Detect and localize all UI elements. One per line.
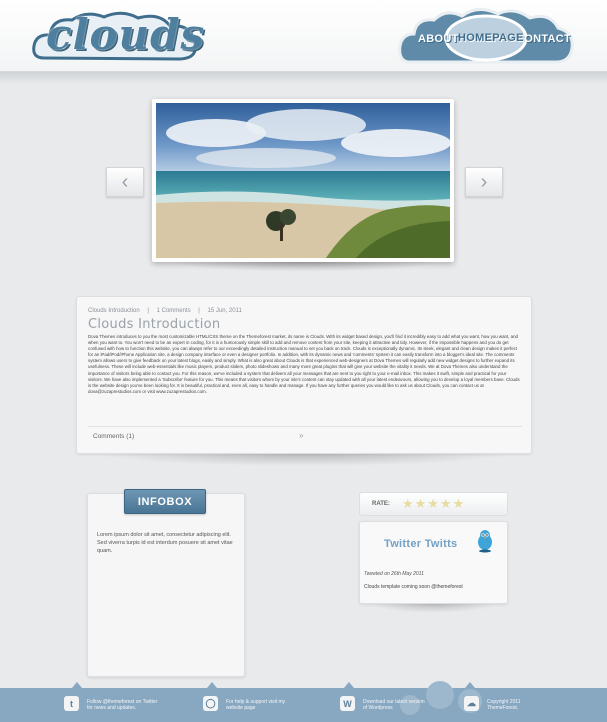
wordpress-icon[interactable]: W — [340, 696, 355, 711]
slider-next-button[interactable]: › — [465, 167, 503, 197]
post-meta: Clouds Introduction | 1 Comments | 15 Ju… — [88, 308, 242, 314]
speech-bubble-icon[interactable]: ◯ — [203, 696, 218, 711]
tweet-date: Tweeted on 26th May 2011 — [364, 571, 424, 577]
footer-twitter-text: Follow @themeforest on Twitter for news … — [87, 699, 177, 711]
footer-support-line2[interactable]: website page — [226, 705, 255, 711]
twitter-title: Twitter Twitts — [384, 538, 458, 550]
rating-stars[interactable]: ★★★★★ — [402, 496, 465, 512]
nav-contact-link[interactable]: CONTACT — [524, 33, 571, 45]
post-body: Dova Themes introduces to you the most c… — [88, 334, 520, 394]
post-meta-comments[interactable]: 1 Comments — [157, 308, 191, 314]
slider-prev-button[interactable]: ‹ — [106, 167, 144, 197]
footer-copyright-line2: ThemeForest. — [487, 705, 519, 711]
post-meta-date: 15 Jun, 2011 — [207, 308, 242, 314]
post-meta-title[interactable]: Clouds Introduction — [88, 308, 140, 314]
twitter-icon[interactable]: t — [64, 696, 79, 711]
comments-link[interactable]: Comments (1) — [93, 433, 134, 440]
twitter-bird-icon — [478, 530, 492, 553]
slider-frame — [152, 99, 454, 262]
slide-image[interactable] — [156, 103, 450, 258]
footer-twitter-line2: for news and updates. — [87, 705, 137, 711]
header-shadow — [0, 72, 607, 84]
post-shadow — [96, 454, 512, 466]
post-card: Clouds Introduction | 1 Comments | 15 Ju… — [76, 296, 532, 454]
nav-homepage-link[interactable]: HOMEPAGE — [458, 32, 524, 44]
rating-bar: RATE: ★★★★★ — [359, 492, 508, 516]
twitter-shadow — [370, 604, 497, 613]
footer-copyright-text: Copyright 2011 ThemeForest. — [487, 699, 547, 711]
infobox-text: Lorem ipsum dolor sit amet, consectetur … — [97, 532, 233, 554]
logo-text[interactable]: clouds — [46, 10, 205, 59]
double-chevron-right-icon[interactable]: » — [299, 431, 303, 440]
post-divider — [88, 426, 522, 427]
footer-wordpress-line2[interactable]: of Wordpress — [363, 705, 393, 711]
infobox-title: INFOBOX — [124, 489, 206, 514]
footer-wordpress-text: Download our latest version of Wordpress — [363, 699, 453, 711]
footer-support-text: For help & support visit my website page — [226, 699, 316, 711]
cloud-icon: ☁ — [464, 696, 479, 711]
infobox-panel — [87, 493, 245, 677]
nav-about-link[interactable]: ABOUT — [418, 33, 459, 45]
tweet-text: Clouds template coming soon @themeforest — [364, 584, 463, 590]
slider-shadow — [170, 262, 438, 272]
post-title[interactable]: Clouds Introduction — [88, 317, 220, 332]
chevron-right-icon: › — [480, 170, 488, 193]
rating-label: RATE: — [372, 501, 390, 507]
chevron-left-icon: ‹ — [121, 170, 129, 193]
